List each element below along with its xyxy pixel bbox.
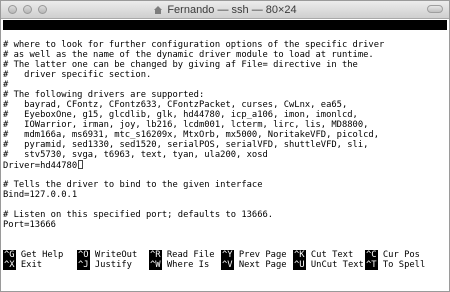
nano-version: GNU nano 2.3.1 — [11, 30, 86, 40]
shortcut-read-file[interactable]: ^R Read File — [149, 250, 215, 260]
shortcut-to-spell[interactable]: ^T To Spell — [365, 260, 425, 270]
content-line: # as well as the name of the dynamic dri… — [3, 50, 374, 60]
content-line: # pyramid, sed1330, sed1520, serialPOS, … — [3, 140, 369, 150]
window-controls — [8, 5, 47, 14]
toolbar-toggle-button[interactable] — [427, 5, 443, 13]
content-line: Bind=127.0.0.1 — [3, 190, 78, 200]
content-line: # — [3, 80, 9, 90]
close-window-button[interactable] — [8, 5, 17, 14]
shortcut-key: ^J — [77, 260, 90, 270]
content-line: # driver specific section. — [3, 70, 152, 80]
shortcut-key: ^T — [365, 260, 378, 270]
shortcut-get-help[interactable]: ^G Get Help — [3, 250, 63, 260]
content-line: # Tells the driver to bind to the given … — [3, 180, 263, 190]
shortcut-label: WriteOut — [94, 250, 138, 260]
shortcut-key: ^Y — [221, 250, 234, 260]
nano-header-bar: GNU nano 2.3.1 File: LCDd.conf — [3, 20, 447, 50]
driver-line: Driver=hd44780 — [3, 160, 447, 171]
shortcut-key: ^G — [3, 250, 16, 260]
shortcut-label: Read File — [166, 250, 215, 260]
content-line: # mdm166a, ms6931, mtc_s16209x, MtxOrb, … — [3, 130, 380, 140]
shortcut-label: Justify — [94, 260, 132, 270]
content-line: # stv5730, svga, t6963, text, tyan, ula2… — [3, 150, 268, 160]
shortcut-key: ^C — [365, 250, 378, 260]
shortcut-cut-text[interactable]: ^K Cut Text — [293, 250, 353, 260]
minimize-window-button[interactable] — [23, 5, 32, 14]
shortcut-key: ^O — [77, 250, 90, 260]
window-title-group: Fernando — ssh — 80×24 — [153, 3, 297, 16]
shortcut-key: ^X — [3, 260, 16, 270]
shortcut-prev-page[interactable]: ^Y Prev Page — [221, 250, 287, 260]
shortcut-label: Where Is — [166, 260, 210, 270]
content-line: Port=13666 — [3, 220, 56, 230]
title-bar[interactable]: Fernando — ssh — 80×24 — [1, 1, 449, 19]
content-line: # bayrad, CFontz, CFontz633, CFontzPacke… — [3, 100, 348, 110]
shortcut-writeout[interactable]: ^O WriteOut — [77, 250, 137, 260]
shortcut-label: Cur Pos — [382, 250, 420, 260]
shortcut-uncut-text[interactable]: ^U UnCut Text — [293, 260, 364, 270]
content-line — [3, 200, 447, 210]
shortcut-key: ^W — [149, 260, 162, 270]
content-line: # The latter one can be changed by givin… — [3, 60, 358, 70]
content-line: # where to look for further configuratio… — [3, 40, 385, 50]
content-line: # IOWarrior, irman, joy, lb216, lcdm001,… — [3, 120, 369, 130]
terminal-content[interactable]: GNU nano 2.3.1 File: LCDd.conf # where t… — [3, 20, 447, 289]
shortcut-key: ^U — [293, 260, 306, 270]
content-line: # The following drivers are supported: — [3, 90, 205, 100]
content-line — [3, 170, 447, 180]
zoom-window-button[interactable] — [38, 5, 47, 14]
shortcut-key: ^K — [293, 250, 306, 260]
shortcut-next-page[interactable]: ^V Next Page — [221, 260, 287, 270]
window-title: Fernando — ssh — 80×24 — [167, 3, 297, 16]
content-line: # Listen on this specified port; default… — [3, 210, 274, 220]
shortcut-where-is[interactable]: ^W Where Is — [149, 260, 209, 270]
text-cursor — [78, 160, 84, 169]
shortcut-label: UnCut Text — [310, 260, 364, 270]
shortcut-label: Cut Text — [310, 250, 354, 260]
shortcut-label: To Spell — [382, 260, 426, 270]
shortcut-label: Get Help — [20, 250, 64, 260]
content-line: # EyeboxOne, g15, glcdlib, glk, hd44780,… — [3, 110, 358, 120]
shortcut-label: Next Page — [238, 260, 287, 270]
home-folder-icon — [154, 5, 163, 14]
shortcut-cur-pos[interactable]: ^C Cur Pos — [365, 250, 420, 260]
shortcut-justify[interactable]: ^J Justify — [77, 260, 132, 270]
shortcut-key: ^R — [149, 250, 162, 260]
shortcut-key: ^V — [221, 260, 234, 270]
shortcut-exit[interactable]: ^X Exit — [3, 260, 42, 270]
shortcut-label: Exit — [20, 260, 43, 270]
terminal-window: Fernando — ssh — 80×24 GNU nano 2.3.1 Fi… — [0, 0, 450, 292]
shortcut-label: Prev Page — [238, 250, 287, 260]
